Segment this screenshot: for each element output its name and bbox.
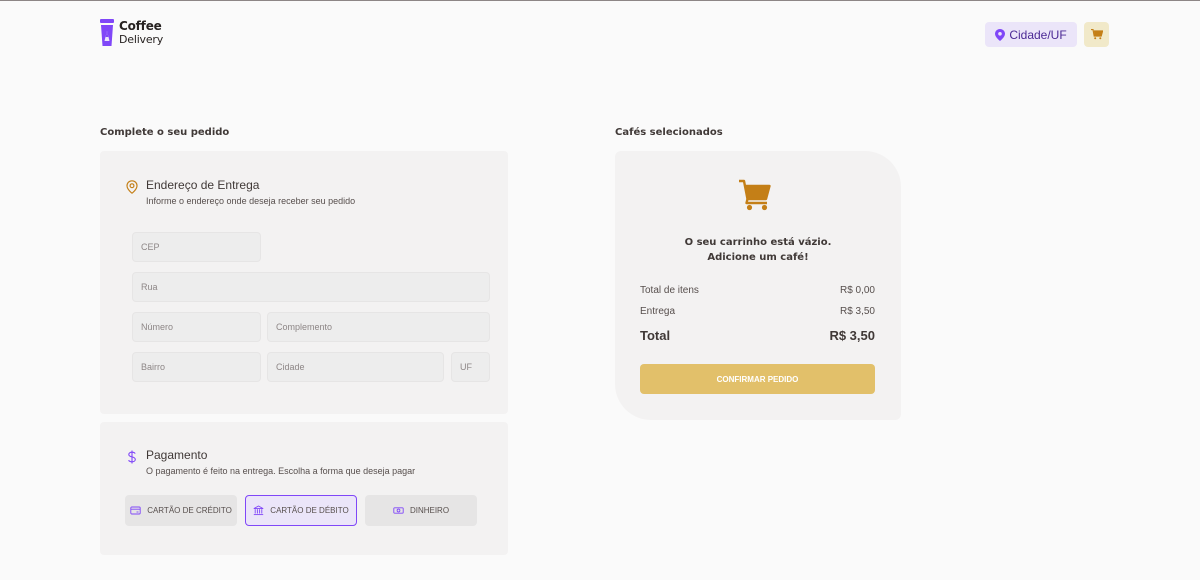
payment-option-credit-label: Cartão de crédito: [147, 506, 232, 515]
cidade-field[interactable]: [267, 352, 444, 382]
address-title: Endereço de Entrega: [146, 178, 260, 192]
order-section-title: Complete o seu pedido: [100, 127, 230, 138]
payment-option-credit[interactable]: Cartão de crédito: [125, 495, 237, 526]
payment-title: Pagamento: [146, 448, 208, 462]
empty-cart-line1: O seu carrinho está vázio.: [684, 237, 832, 248]
payment-header: Pagamento O pagamento é feito na entrega…: [126, 448, 415, 476]
rua-field[interactable]: [132, 272, 490, 302]
map-pin-icon: [995, 28, 1006, 41]
logo-text: Coffee Delivery: [119, 19, 164, 47]
empty-cart-message: O seu carrinho está vázio. Adicione um c…: [615, 235, 901, 265]
empty-cart-line2: Adicione um café!: [707, 252, 809, 263]
money-icon: [393, 507, 404, 514]
total-label: Total: [640, 328, 671, 343]
credit-card-icon: [130, 506, 141, 515]
cart-card: O seu carrinho está vázio. Adicione um c…: [615, 151, 901, 420]
coffee-cup-logo-icon: [100, 19, 114, 46]
uf-field[interactable]: [451, 352, 490, 382]
location-label: Cidade/UF: [1009, 27, 1067, 42]
payment-option-cash[interactable]: Dinheiro: [365, 495, 477, 526]
items-total-row: Total de itens R$ 0,00: [640, 285, 875, 296]
payment-card: Pagamento O pagamento é feito na entrega…: [100, 422, 508, 555]
payment-option-debit[interactable]: Cartão de débito: [245, 495, 357, 526]
total-row: Total R$ 3,50: [640, 328, 875, 343]
location-button[interactable]: Cidade/UF: [985, 22, 1077, 47]
address-subtitle: Informe o endereço onde deseja receber s…: [146, 196, 356, 206]
map-pin-outline-icon: [126, 180, 138, 194]
logo[interactable]: Coffee Delivery: [99, 19, 163, 47]
delivery-row: Entrega R$ 3,50: [640, 306, 875, 317]
empty-cart-icon: [739, 179, 771, 211]
total-value: R$ 3,50: [829, 328, 875, 343]
cart-button[interactable]: [1084, 22, 1109, 47]
address-header: Endereço de Entrega Informe o endereço o…: [126, 178, 355, 206]
payment-option-cash-label: Dinheiro: [409, 506, 450, 515]
delivery-value: R$ 3,50: [839, 306, 875, 317]
logo-line1: Coffee: [119, 19, 162, 33]
cep-field[interactable]: [132, 232, 261, 262]
numero-field[interactable]: [132, 312, 261, 342]
payment-subtitle: O pagamento é feito na entrega. Escolha …: [146, 466, 416, 476]
logo-line2: Delivery: [119, 33, 164, 46]
cart-section-title: Cafés selecionados: [615, 127, 723, 138]
bank-icon: [253, 505, 264, 516]
currency-dollar-icon: [128, 450, 136, 464]
shopping-cart-icon: [1090, 29, 1103, 40]
items-total-value: R$ 0,00: [839, 285, 875, 296]
delivery-label: Entrega: [640, 306, 676, 317]
items-total-label: Total de itens: [640, 285, 699, 296]
confirm-order-button[interactable]: Confirmar pedido: [640, 364, 875, 394]
bairro-field[interactable]: [132, 352, 261, 382]
complemento-field[interactable]: [267, 312, 490, 342]
payment-option-debit-label: Cartão de débito: [270, 506, 349, 515]
address-card: Endereço de Entrega Informe o endereço o…: [100, 151, 508, 414]
